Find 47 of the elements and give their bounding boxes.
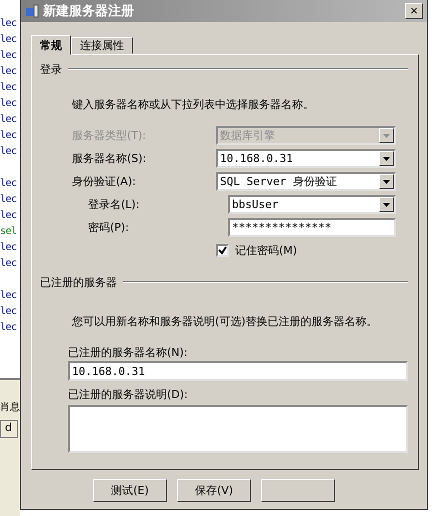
background-button[interactable]: d	[0, 420, 18, 438]
field-label: 服务器名称(S):	[72, 151, 148, 166]
code-line: lec	[0, 258, 18, 271]
code-line: lec	[0, 114, 18, 127]
field-label: 已注册的服务器说明(D):	[68, 387, 189, 403]
dropdown[interactable]: bbsUser	[228, 195, 396, 214]
code-line: lec	[0, 18, 18, 31]
field-label: 密码(P):	[88, 220, 130, 235]
instruction-text: 您可以用新名称和服务器说明(可选)替换已注册的服务器名称。	[72, 314, 379, 329]
code-line: lec	[0, 130, 18, 143]
server-icon	[25, 4, 39, 18]
code-line: lec	[0, 146, 18, 159]
field-label: 服务器类型(T):	[72, 128, 148, 143]
code-line: lec	[0, 242, 18, 255]
code-line: lec	[0, 82, 18, 95]
field-label: 登录名(L):	[88, 197, 140, 212]
dropdown[interactable]: 10.168.0.31	[216, 149, 396, 168]
dialog-button[interactable]	[261, 479, 335, 502]
tab[interactable]: 常规	[31, 35, 71, 55]
dialog-button[interactable]: 测试(E)	[93, 479, 167, 502]
dialog-button[interactable]: 保存(V)	[177, 479, 251, 502]
dropdown[interactable]: SQL Server 身份验证	[216, 172, 396, 191]
code-line: lec	[0, 50, 18, 63]
group-heading: 已注册的服务器	[40, 274, 117, 290]
close-button[interactable]: ×	[405, 3, 423, 19]
code-line: lec	[0, 322, 18, 335]
code-line: lec	[0, 98, 18, 111]
password-field[interactable]: ***************	[228, 218, 396, 237]
checkbox[interactable]	[216, 244, 229, 257]
code-line: lec	[0, 210, 18, 223]
description-field[interactable]	[68, 405, 408, 453]
code-line: lec	[0, 34, 18, 47]
code-line: sel	[0, 226, 18, 239]
instruction-text: 键入服务器名称或从下拉列表中选择服务器名称。	[72, 97, 315, 112]
window-title: 新建服务器注册	[43, 2, 135, 20]
code-line: lec	[0, 306, 18, 319]
group-heading: 登录	[40, 62, 62, 76]
checkbox-label: 记住密码(M)	[235, 243, 298, 258]
code-line: lec	[0, 194, 18, 207]
code-line: lec	[0, 178, 18, 191]
code-line: lec	[0, 66, 18, 79]
input-field[interactable]: 10.168.0.31	[68, 361, 408, 381]
code-line: lec	[0, 290, 18, 303]
field-label: 身份验证(A):	[72, 174, 137, 189]
field-label: 已注册的服务器名称(N):	[68, 345, 189, 361]
tab[interactable]: 连接属性	[71, 37, 133, 54]
tab-label[interactable]: 肖息	[0, 400, 20, 414]
